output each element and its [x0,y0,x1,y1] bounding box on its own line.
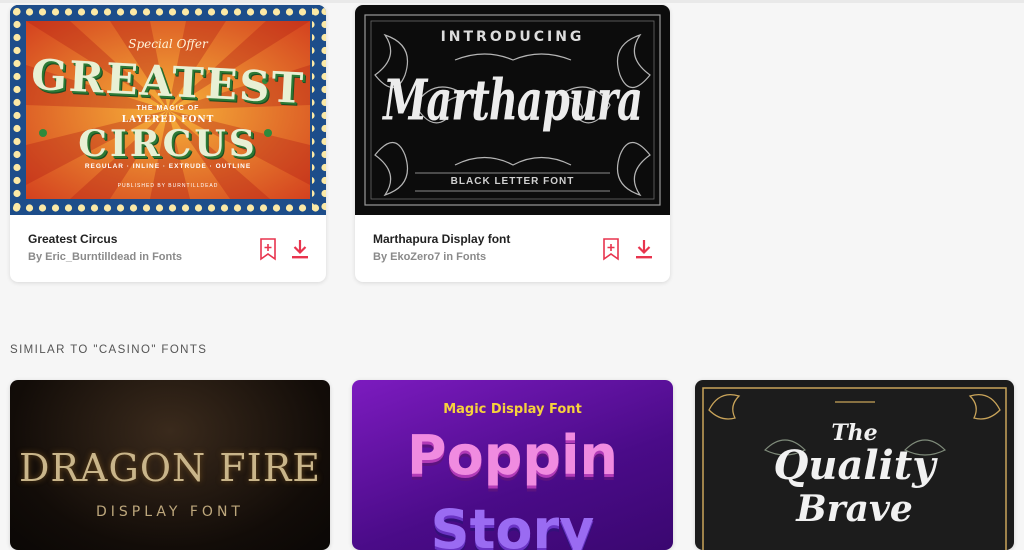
font-card-greatest-circus[interactable]: Special Offer GREATEST THE MAGIC OF LAYE… [10,5,326,282]
quality-line3: Brave [796,488,913,530]
circus-small1: THE MAGIC OF [136,105,200,112]
card-title[interactable]: Greatest Circus [28,232,117,246]
font-thumbnail-marthapura[interactable]: INTRODUCING Marthapura BLACK LETTER FONT [355,5,670,215]
section-heading-similar: SIMILAR TO "CASINO" FONTS [10,344,208,356]
dragon-fire-sub: DISPLAY FONT [96,504,244,520]
circus-publisher: PUBLISHED BY BURNTILLDEAD [117,183,219,189]
poppin-line2: Story [430,498,595,550]
circus-top-script: Special Offer [128,37,208,51]
card-author[interactable]: By EkoZero7 in Fonts [373,251,486,263]
font-card-quality-brave[interactable]: The Quality Brave [695,380,1014,550]
circus-styles: REGULAR · INLINE · EXTRUDE · OUTLINE [84,163,252,170]
bookmark-add-icon[interactable] [257,237,279,261]
poppin-tag: Magic Display Font [443,402,582,417]
card-author[interactable]: By Eric_Burntilldead in Fonts [28,251,182,263]
marthapura-sub: BLACK LETTER FONT [450,176,575,187]
marthapura-intro: INTRODUCING [440,29,585,45]
top-divider [0,0,1024,3]
download-icon[interactable] [633,237,655,261]
font-card-poppin-story[interactable]: Magic Display Font Poppin Story [352,380,673,550]
card-title[interactable]: Marthapura Display font [373,232,510,246]
font-card-dragon-fire[interactable]: DRAGON FIRE DISPLAY FONT [10,380,330,550]
bookmark-add-icon[interactable] [600,237,622,261]
marthapura-name: Marthapura [383,67,643,134]
quality-line2: Quality [773,442,936,489]
poppin-line1: Poppin [407,424,618,487]
font-card-marthapura[interactable]: INTRODUCING Marthapura BLACK LETTER FONT… [355,5,670,282]
circus-line2: CIRCUS [78,123,258,165]
font-thumbnail-greatest-circus[interactable]: Special Offer GREATEST THE MAGIC OF LAYE… [10,5,326,215]
dragon-fire-title: DRAGON FIRE [18,446,322,490]
download-icon[interactable] [289,237,311,261]
